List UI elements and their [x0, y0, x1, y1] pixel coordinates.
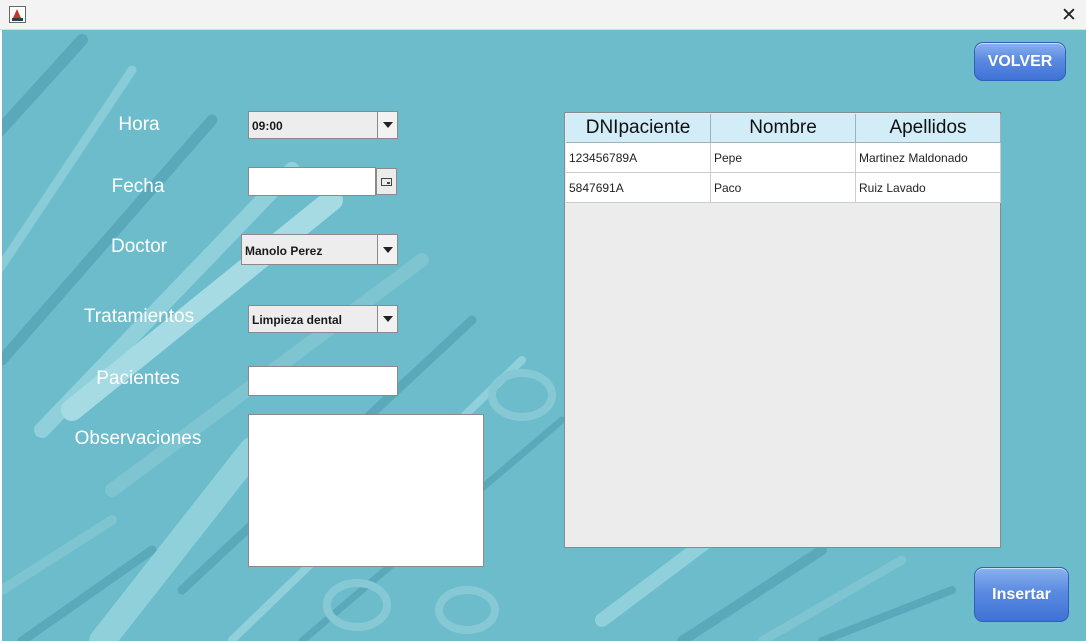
column-header-dni[interactable]: DNIpaciente — [566, 114, 711, 143]
column-header-nombre[interactable]: Nombre — [711, 114, 856, 143]
close-window-button[interactable]: ✕ — [1052, 0, 1086, 29]
doctor-value: Manolo Perez — [245, 244, 323, 258]
java-duke-icon — [9, 6, 26, 23]
table-row[interactable]: 5847691A Paco Ruiz Lavado — [566, 173, 1001, 203]
calendar-button[interactable] — [376, 168, 397, 195]
pacientes-table[interactable]: DNIpaciente Nombre Apellidos 123456789A … — [564, 112, 1001, 548]
table-cell: Paco — [711, 173, 856, 203]
table-cell: Martinez Maldonado — [856, 143, 1001, 173]
pacientes-input[interactable] — [248, 366, 398, 396]
doctor-select[interactable]: Manolo Perez — [241, 234, 398, 265]
label-fecha: Fecha — [111, 176, 165, 197]
main-panel: Hora Fecha Doctor Tratamientos Pacientes… — [2, 30, 1086, 641]
label-tratamientos: Tratamientos — [83, 306, 195, 327]
table-cell: Pepe — [711, 143, 856, 173]
label-doctor: Doctor — [111, 236, 167, 257]
label-pacientes: Pacientes — [96, 368, 180, 389]
calendar-icon — [381, 177, 392, 186]
title-bar: ✕ — [0, 0, 1086, 30]
chevron-down-icon[interactable] — [377, 112, 397, 138]
insertar-button[interactable]: Insertar — [974, 567, 1069, 622]
label-observaciones: Observaciones — [74, 428, 202, 449]
chevron-down-icon[interactable] — [377, 306, 397, 332]
tratamientos-value: Limpieza dental — [252, 313, 343, 327]
tratamientos-select[interactable]: Limpieza dental — [248, 305, 398, 333]
label-hora: Hora — [118, 114, 160, 135]
fecha-input[interactable] — [248, 167, 376, 196]
observaciones-textarea[interactable] — [248, 414, 484, 567]
hora-value: 09:00 — [252, 119, 283, 133]
table-cell: 123456789A — [566, 143, 711, 173]
column-header-apellidos[interactable]: Apellidos — [856, 114, 1001, 143]
table-row[interactable]: 123456789A Pepe Martinez Maldonado — [566, 143, 1001, 173]
table-cell: Ruiz Lavado — [856, 173, 1001, 203]
table-header: DNIpaciente Nombre Apellidos — [566, 114, 1001, 143]
table-cell: 5847691A — [566, 173, 711, 203]
hora-select[interactable]: 09:00 — [248, 111, 398, 139]
volver-button[interactable]: VOLVER — [974, 42, 1066, 81]
chevron-down-icon[interactable] — [377, 235, 397, 264]
